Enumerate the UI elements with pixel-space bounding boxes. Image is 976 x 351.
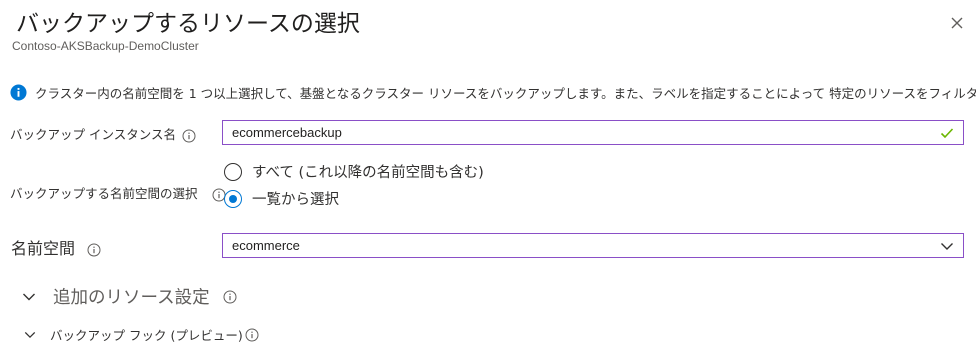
radio-all-label: すべて (これ以降の名前空間も含む) [252,165,484,181]
help-icon[interactable] [182,129,196,143]
instance-name-value[interactable]: ecommercebackup [223,125,939,140]
namespace-dropdown[interactable]: ecommerce [222,233,964,258]
info-text: クラスター内の名前空間を 1 つ以上選択して、基盤となるクラスター リソースをバ… [35,85,976,101]
radio-all-namespaces[interactable]: すべて (これ以降の名前空間も含む) [224,161,484,182]
radio-list-label: 一覧から選択 [252,192,339,208]
instance-name-label: バックアップ インスタンス名 [10,124,196,143]
radio-button-checked[interactable] [224,189,242,208]
backup-hooks-label: バックアップ フック (プレビュー) [50,328,243,343]
page-title: バックアップするリソースの選択 [16,11,360,37]
backup-hooks-toggle[interactable]: バックアップ フック (プレビュー) [24,325,259,344]
instance-name-input[interactable]: ecommercebackup [222,120,964,145]
namespace-label: 名前空間 [11,235,101,259]
info-icon [10,83,27,101]
chevron-down-icon[interactable] [939,238,955,254]
radio-button[interactable] [224,162,242,181]
page-subtitle: Contoso-AKSBackup-DemoCluster [12,39,199,53]
checkmark-icon [940,127,954,138]
chevron-down-icon[interactable] [24,329,36,341]
info-banner: クラスター内の名前空間を 1 つ以上選択して、基盤となるクラスター リソースをバ… [10,82,976,102]
panel: バックアップするリソースの選択 Contoso-AKSBackup-DemoCl… [0,0,976,351]
instance-name-label-text: バックアップ インスタンス名 [10,127,176,142]
namespace-select-label-text: バックアップする名前空間の選択 [10,186,198,201]
close-icon[interactable] [948,14,966,32]
chevron-down-icon[interactable] [22,290,36,304]
namespace-select-label: バックアップする名前空間の選択 [10,183,226,202]
namespace-label-text: 名前空間 [11,239,76,258]
namespace-value[interactable]: ecommerce [223,238,939,253]
help-icon[interactable] [245,328,259,342]
radio-select-from-list[interactable]: 一覧から選択 [224,188,339,209]
help-icon[interactable] [223,290,237,304]
help-icon[interactable] [87,243,101,257]
additional-settings-toggle[interactable]: 追加のリソース設定 [22,284,237,309]
additional-settings-label: 追加のリソース設定 [53,288,210,308]
